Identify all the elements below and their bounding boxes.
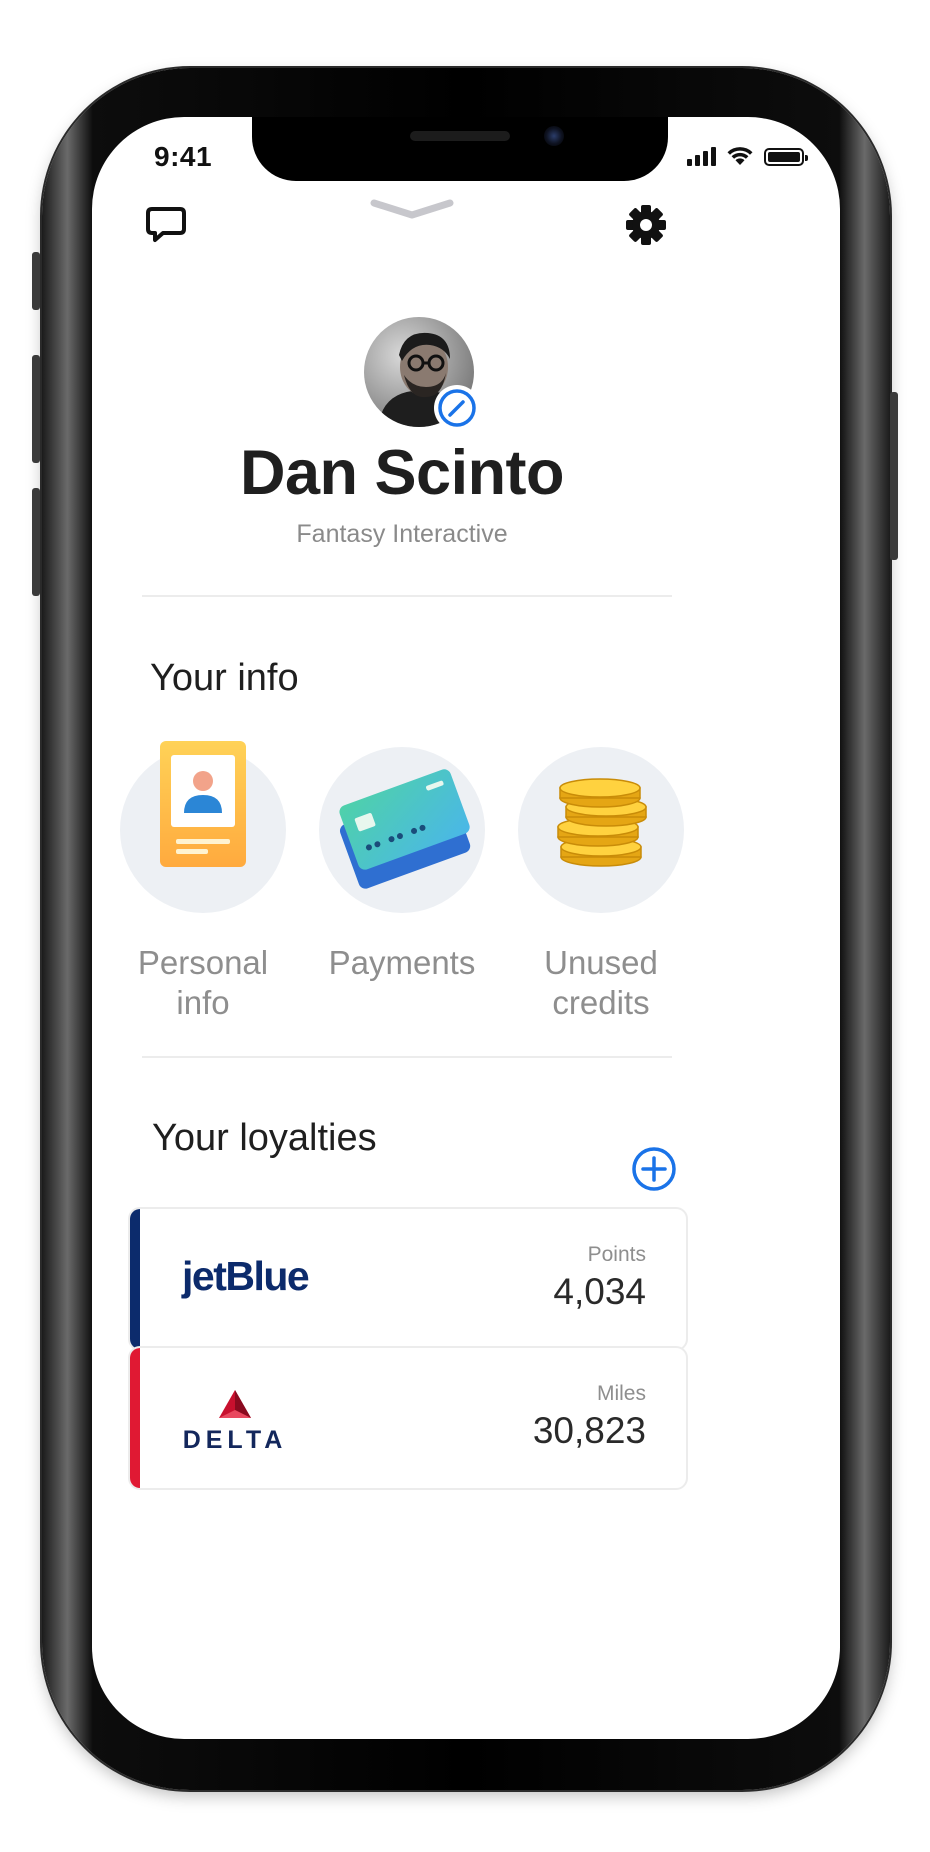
- card-accent-stripe: [130, 1348, 140, 1488]
- personal-info-circle: [120, 741, 286, 913]
- credit-card-icon: [339, 769, 471, 889]
- divider: [142, 1056, 672, 1058]
- notch: [252, 117, 668, 181]
- personal-info-item[interactable]: Personal info: [118, 741, 288, 1023]
- unused-credits-circle: [518, 747, 684, 913]
- delta-wordmark: DELTA: [182, 1426, 288, 1454]
- your-loyalties-title: Your loyalties: [152, 1117, 377, 1159]
- your-info-title: Your info: [150, 657, 299, 699]
- jetblue-logo: jetBlue: [182, 1253, 310, 1299]
- delta-widget-icon: [219, 1390, 251, 1418]
- gear-icon: [626, 205, 666, 245]
- loyalty-card-delta[interactable]: DELTA Miles 30,823: [128, 1346, 688, 1490]
- profile-avatar[interactable]: [364, 317, 480, 431]
- personal-info-label: Personal info: [137, 944, 269, 1021]
- profile-name: Dan Scinto: [239, 438, 565, 508]
- mute-switch: [32, 252, 40, 310]
- unused-credits-item[interactable]: Unused credits: [516, 747, 686, 1023]
- payments-circle: [319, 747, 485, 913]
- card-accent-stripe: [130, 1209, 140, 1349]
- unused-credits-label: Unused credits: [544, 944, 658, 1021]
- divider: [142, 595, 672, 597]
- metric-value: 4,034: [553, 1271, 646, 1312]
- volume-down-button: [32, 488, 40, 596]
- coins-icon: [557, 778, 647, 867]
- edit-pencil-icon: [438, 389, 476, 427]
- metric-label: Points: [587, 1243, 646, 1266]
- metric-value: 30,823: [532, 1410, 646, 1451]
- id-card-icon: [160, 741, 246, 867]
- front-camera: [544, 126, 564, 146]
- speaker: [410, 131, 510, 141]
- volume-up-button: [32, 355, 40, 463]
- loyalty-card-jetblue[interactable]: jetBlue Points 4,034: [128, 1207, 688, 1351]
- app-screen: 9:41 Dan Scinto Fantasy Interactive Your…: [92, 117, 840, 1739]
- edit-profile-button[interactable]: [434, 385, 480, 431]
- payments-item[interactable]: Payments: [317, 747, 487, 983]
- signal-icon: [687, 146, 716, 166]
- payments-label: Payments: [328, 944, 476, 981]
- plus-circle-icon: [632, 1147, 676, 1191]
- delta-logo: DELTA: [180, 1388, 290, 1458]
- dismiss-handle[interactable]: [366, 195, 458, 225]
- metric-label: Miles: [596, 1382, 646, 1405]
- chevron-down-icon: [370, 199, 454, 219]
- profile-company: Fantasy Interactive: [296, 520, 508, 548]
- status-time: 9:41: [154, 141, 213, 172]
- settings-button[interactable]: [622, 201, 670, 249]
- wifi-icon: [727, 147, 753, 165]
- power-button: [890, 392, 898, 560]
- chat-button[interactable]: [144, 203, 188, 247]
- add-loyalty-button[interactable]: [630, 1145, 678, 1193]
- battery-icon: [764, 148, 808, 166]
- status-icons: [687, 144, 808, 166]
- chat-bubble-icon: [146, 207, 186, 242]
